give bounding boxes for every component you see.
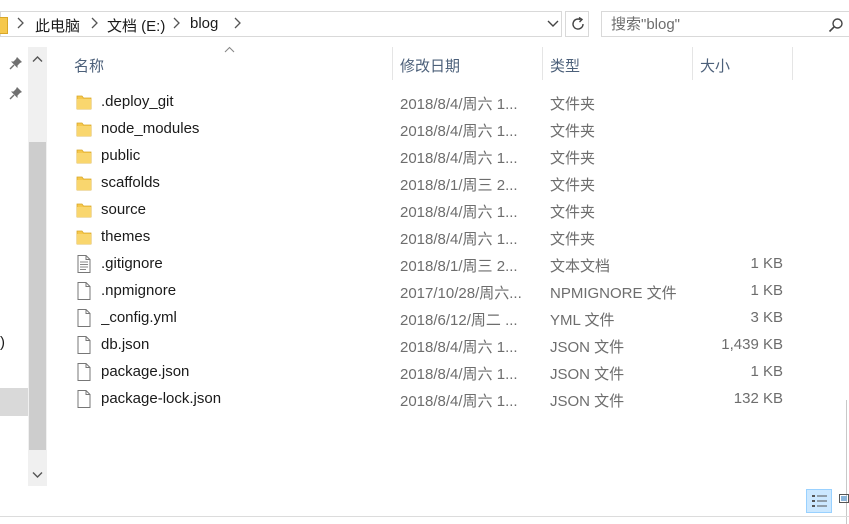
file-type: YML 文件 — [550, 312, 615, 329]
file-date: 2018/8/4/周六 1... — [400, 123, 518, 140]
file-row[interactable]: .gitignore 2018/8/1/周三 2... 文本文档 1 KB — [60, 251, 800, 278]
details-view-icon — [812, 495, 827, 507]
chevron-up-icon[interactable] — [32, 54, 43, 65]
file-name: _config.yml — [101, 309, 177, 326]
file-size: 3 KB — [750, 309, 783, 326]
pin-icon[interactable] — [9, 56, 23, 70]
file-size: 1 KB — [750, 363, 783, 380]
chevron-right-icon[interactable] — [232, 15, 244, 31]
column-header-type[interactable]: 类型 — [542, 47, 692, 80]
file-type: NPMIGNORE 文件 — [550, 285, 677, 302]
file-date: 2018/8/4/周六 1... — [400, 366, 518, 383]
file-row[interactable]: public 2018/8/4/周六 1... 文件夹 — [60, 143, 800, 170]
large-icons-view-icon — [839, 494, 849, 503]
file-row[interactable]: .deploy_git 2018/8/4/周六 1... 文件夹 — [60, 89, 800, 116]
file-icon — [76, 282, 92, 300]
file-type: JSON 文件 — [550, 366, 625, 383]
folder-icon — [76, 174, 92, 192]
file-icon — [76, 363, 92, 381]
file-row[interactable]: node_modules 2018/8/4/周六 1... 文件夹 — [60, 116, 800, 143]
file-name: .deploy_git — [101, 93, 174, 110]
file-type: 文件夹 — [550, 177, 596, 194]
file-type: JSON 文件 — [550, 339, 625, 356]
file-name: themes — [101, 228, 151, 245]
file-date: 2017/10/28/周六... — [400, 285, 522, 302]
search-input[interactable] — [611, 14, 811, 34]
breadcrumb-blog[interactable]: blog — [190, 15, 218, 32]
column-header-name[interactable]: 名称 — [66, 47, 392, 80]
chevron-right-icon[interactable] — [15, 15, 27, 31]
scrollbar-thumb[interactable] — [29, 142, 46, 450]
file-row[interactable]: .npmignore 2017/10/28/周六... NPMIGNORE 文件 1 … — [60, 278, 800, 305]
details-view-button[interactable] — [806, 489, 832, 513]
pin-icon[interactable] — [9, 86, 23, 100]
file-icon — [76, 309, 92, 327]
address-bar[interactable]: 此电脑 文档 (E:) blog — [0, 11, 562, 37]
refresh-button[interactable] — [565, 11, 589, 37]
file-icon — [76, 390, 92, 408]
file-icon — [76, 336, 92, 354]
file-date: 2018/8/4/周六 1... — [400, 204, 518, 221]
folder-icon — [76, 201, 92, 219]
text-document-icon — [76, 255, 92, 273]
file-date: 2018/8/1/周三 2... — [400, 258, 518, 275]
file-name: package-lock.json — [101, 390, 222, 407]
search-box[interactable] — [601, 11, 849, 37]
file-type: 文件夹 — [550, 96, 596, 113]
file-row[interactable]: package.json 2018/8/4/周六 1... JSON 文件 1 KB — [60, 359, 800, 386]
file-name: public — [101, 147, 141, 164]
chevron-right-icon[interactable] — [89, 15, 101, 31]
file-name: db.json — [101, 336, 150, 353]
folder-icon — [0, 17, 8, 34]
file-date: 2018/8/4/周六 1... — [400, 96, 518, 113]
breadcrumb-this-pc[interactable]: 此电脑 — [35, 15, 80, 36]
file-row[interactable]: _config.yml 2018/6/12/周二 ... YML 文件 3 KB — [60, 305, 800, 332]
chevron-down-icon[interactable] — [32, 469, 43, 480]
large-icons-view-button[interactable] — [835, 489, 849, 513]
chevron-right-icon[interactable] — [171, 15, 183, 31]
column-header-date[interactable]: 修改日期 — [392, 47, 542, 80]
file-date: 2018/8/4/周六 1... — [400, 393, 518, 410]
file-size: 1 KB — [750, 255, 783, 272]
file-date: 2018/8/1/周三 2... — [400, 177, 518, 194]
file-type: 文本文档 — [550, 258, 611, 275]
column-header-size[interactable]: 大小 — [692, 47, 792, 80]
file-size: 1 KB — [750, 282, 783, 299]
file-type: 文件夹 — [550, 204, 596, 221]
file-name: scaffolds — [101, 174, 160, 191]
search-icon[interactable] — [828, 17, 844, 33]
file-name: node_modules — [101, 120, 200, 137]
file-type: 文件夹 — [550, 150, 596, 167]
file-name: .gitignore — [101, 255, 163, 272]
nav-selected-item[interactable] — [0, 388, 28, 416]
file-name: source — [101, 201, 147, 218]
file-type: 文件夹 — [550, 123, 596, 140]
folder-icon — [76, 147, 92, 165]
file-date: 2018/8/4/周六 1... — [400, 339, 518, 356]
file-date: 2018/6/12/周二 ... — [400, 312, 518, 329]
file-row[interactable]: themes 2018/8/4/周六 1... 文件夹 — [60, 224, 800, 251]
column-divider[interactable] — [792, 47, 793, 80]
folder-icon — [76, 228, 92, 246]
file-row[interactable]: db.json 2018/8/4/周六 1... JSON 文件 1,439 KB — [60, 332, 800, 359]
file-type: JSON 文件 — [550, 393, 625, 410]
chevron-down-icon[interactable] — [546, 17, 560, 31]
nav-scrollbar[interactable] — [28, 47, 47, 486]
file-name: .npmignore — [101, 282, 177, 299]
file-name: package.json — [101, 363, 190, 380]
divider — [0, 516, 849, 517]
file-size: 1,439 KB — [721, 336, 783, 353]
file-size: 132 KB — [733, 390, 783, 407]
breadcrumb-drive-e[interactable]: 文档 (E:) — [107, 15, 165, 36]
folder-icon — [76, 120, 92, 138]
refresh-icon — [572, 16, 584, 30]
file-date: 2018/8/4/周六 1... — [400, 231, 518, 248]
file-date: 2018/8/4/周六 1... — [400, 150, 518, 167]
file-row[interactable]: scaffolds 2018/8/1/周三 2... 文件夹 — [60, 170, 800, 197]
folder-icon — [76, 93, 92, 111]
nav-item-label[interactable]: ) — [0, 334, 5, 351]
file-row[interactable]: package-lock.json 2018/8/4/周六 1... JSON 文件… — [60, 386, 800, 413]
file-type: 文件夹 — [550, 231, 596, 248]
file-row[interactable]: source 2018/8/4/周六 1... 文件夹 — [60, 197, 800, 224]
